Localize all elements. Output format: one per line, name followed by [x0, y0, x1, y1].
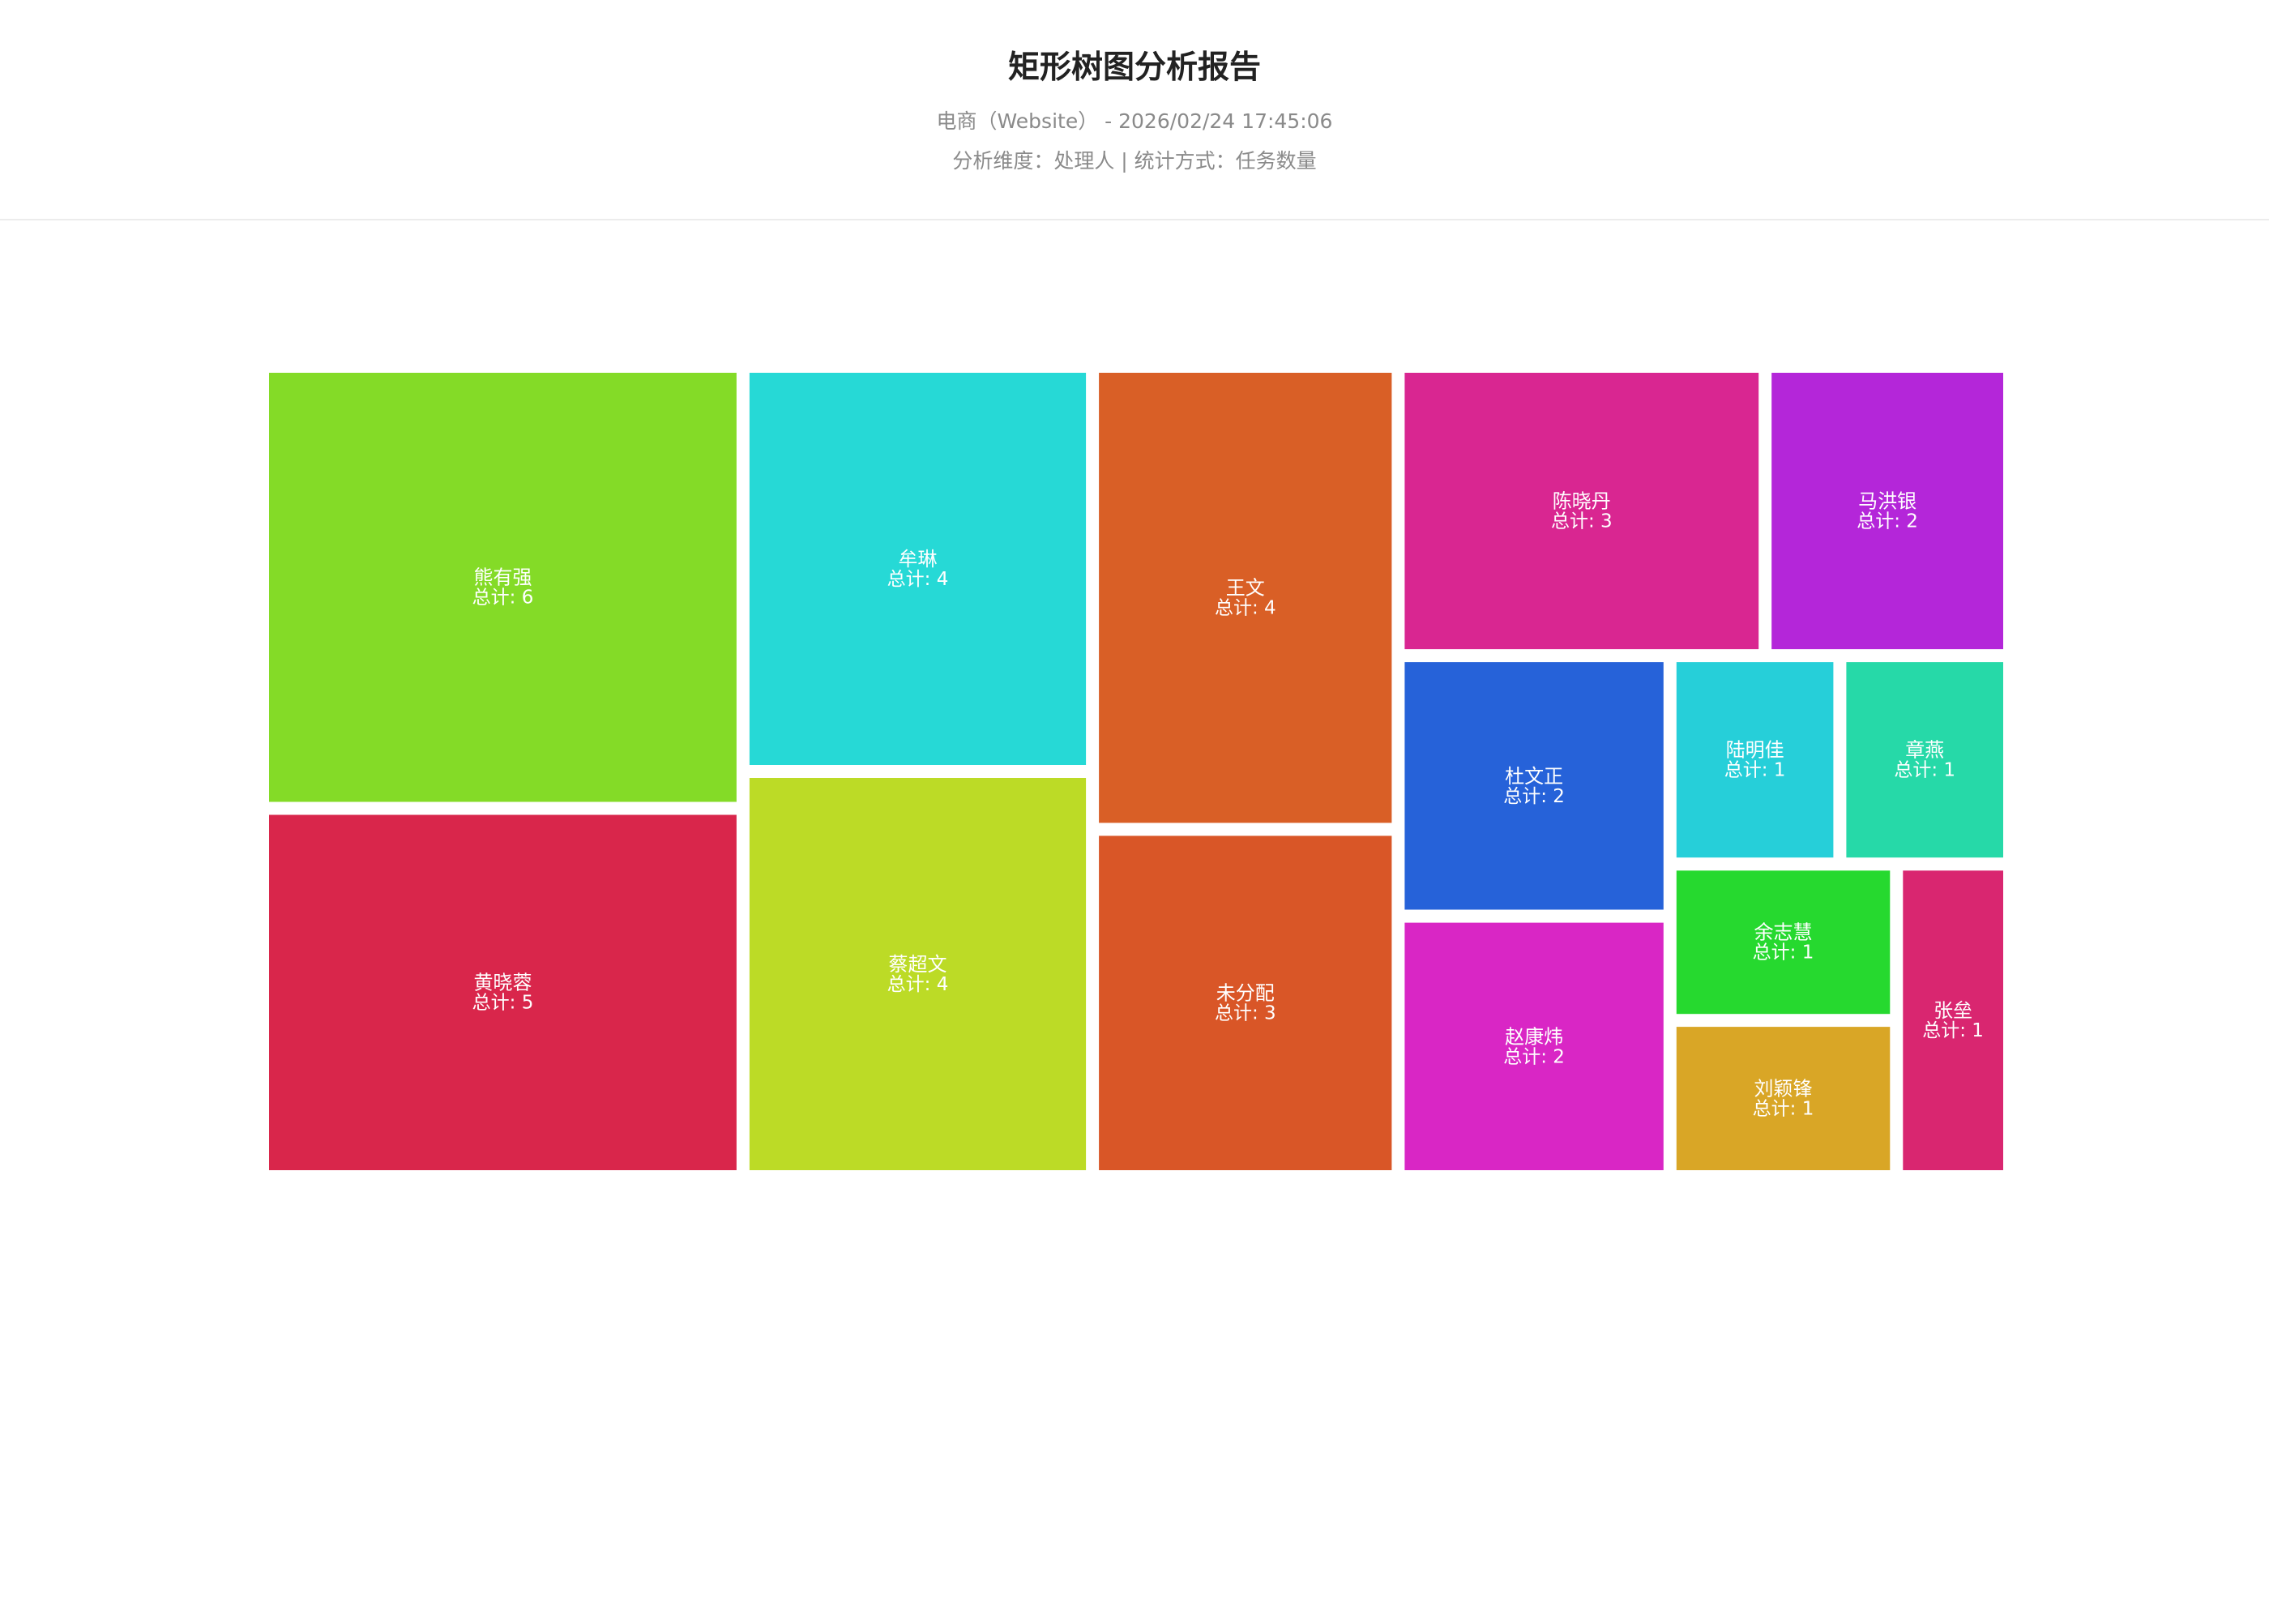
treemap-cell[interactable]: 蔡超文总计: 4: [749, 778, 1087, 1170]
treemap-label-name: 赵康炜: [1505, 1025, 1563, 1048]
treemap-label-value: 总计: 4: [887, 569, 949, 590]
treemap-label-name: 陈晓丹: [1553, 490, 1611, 513]
treemap-label-name: 陆明佳: [1726, 739, 1784, 762]
report-subtitle: 电商（Website） - 2026/02/24 17:45:06: [936, 109, 1333, 133]
treemap-cell[interactable]: 陈晓丹总计: 3: [1404, 373, 1759, 650]
treemap-label-value: 总计: 3: [1551, 511, 1613, 532]
treemap-cell[interactable]: 章燕总计: 1: [1846, 662, 2003, 858]
treemap-label-value: 总计: 1: [1894, 760, 1955, 781]
treemap-label-value: 总计: 1: [1724, 760, 1786, 781]
treemap-label-name: 黄晓蓉: [474, 972, 532, 994]
treemap-label-value: 总计: 5: [472, 993, 534, 1014]
treemap-label-value: 总计: 1: [1753, 942, 1814, 964]
treemap-cell[interactable]: 杜文正总计: 2: [1404, 662, 1664, 910]
treemap-cell[interactable]: 刘颖锋总计: 1: [1676, 1027, 1891, 1170]
treemap-label-name: 马洪银: [1858, 490, 1916, 513]
treemap-label-value: 总计: 1: [1922, 1020, 1984, 1041]
report-meta: 分析维度：处理人 | 统计方式：任务数量: [952, 149, 1317, 173]
treemap-cell[interactable]: 未分配总计: 3: [1099, 836, 1392, 1170]
treemap-label-value: 总计: 2: [1503, 786, 1565, 807]
treemap-label-value: 总计: 1: [1753, 1099, 1814, 1120]
treemap-cell[interactable]: 王文总计: 4: [1099, 373, 1392, 823]
treemap-chart: 熊有强总计: 6黄晓蓉总计: 5牟琳总计: 4蔡超文总计: 4王文总计: 4未分…: [269, 373, 2003, 1171]
treemap-cell[interactable]: 陆明佳总计: 1: [1676, 662, 1834, 858]
treemap-label-name: 熊有强: [474, 566, 532, 589]
treemap-label-value: 总计: 2: [1503, 1046, 1565, 1067]
treemap-label-value: 总计: 4: [887, 974, 949, 995]
treemap-label-name: 蔡超文: [889, 953, 947, 976]
treemap-label-name: 杜文正: [1505, 765, 1563, 788]
treemap-label-name: 未分配: [1216, 982, 1275, 1005]
treemap-cell[interactable]: 张垒总计: 1: [1903, 870, 2003, 1170]
treemap-label-value: 总计: 3: [1215, 1003, 1276, 1024]
treemap-label-value: 总计: 2: [1857, 511, 1918, 532]
treemap-cell[interactable]: 熊有强总计: 6: [269, 373, 737, 802]
treemap-label-name: 余志慧: [1754, 921, 1813, 944]
treemap-label-name: 张垒: [1934, 999, 1972, 1022]
treemap-cell[interactable]: 马洪银总计: 2: [1771, 373, 2003, 650]
treemap-label-value: 总计: 6: [472, 588, 534, 609]
treemap-label-value: 总计: 4: [1215, 598, 1276, 619]
report-title: 矩形树图分析报告: [1007, 49, 1261, 86]
treemap-label-name: 王文: [1226, 577, 1265, 600]
chart-area: 熊有强 总计: 6 黄晓蓉 总计: 5 牟琳 总计: 4 蔡超文 总计: 4 王文 总计: 4 未分…: [0, 220, 2269, 1621]
treemap-label-name: 章燕: [1905, 739, 1944, 762]
treemap-cell[interactable]: 黄晓蓉总计: 5: [269, 814, 737, 1171]
treemap-label-name: 刘颖锋: [1754, 1078, 1813, 1100]
treemap-cell[interactable]: 牟琳总计: 4: [749, 373, 1087, 765]
treemap-cell[interactable]: 余志慧总计: 1: [1676, 870, 1891, 1015]
report-header: 矩形树图分析报告 电商（Website） - 2026/02/24 17:45:…: [0, 0, 2269, 220]
treemap-label-name: 牟琳: [899, 548, 938, 571]
treemap-cell[interactable]: 赵康炜总计: 2: [1404, 922, 1664, 1170]
